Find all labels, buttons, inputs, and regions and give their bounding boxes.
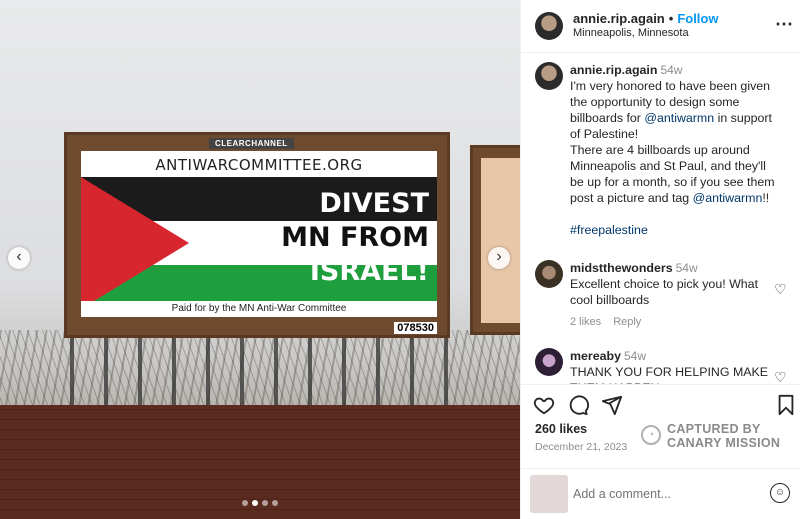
header-location[interactable]: Minneapolis, Minnesota [573,27,689,39]
comment-input[interactable] [573,485,753,503]
heart-icon[interactable]: ♡ [774,370,788,384]
reply-button[interactable]: Reply [613,316,641,328]
comment-likes[interactable]: 2 likes [570,316,601,328]
chevron-left-icon[interactable]: ‹ [8,247,30,269]
avatar[interactable] [535,260,563,288]
comment-text: THANK YOU FOR HELPING MAKE THEM HAPPEN [570,365,769,384]
header-username[interactable]: annie.rip.again [573,11,665,26]
follow-button[interactable]: Follow [677,11,718,26]
share-icon[interactable] [601,394,623,416]
avatar[interactable] [535,12,563,40]
avatar[interactable] [535,62,563,90]
comments-list[interactable]: annie.rip.again 54w I'm very honored to h… [521,54,800,384]
heart-icon[interactable]: ♡ [774,282,788,296]
post-sidebar: annie.rip.again • Follow Minneapolis, Minn… [520,0,800,519]
header-separator: • [668,11,674,26]
likes-count[interactable]: 260 likes [535,422,587,436]
slogan-line-1: DIVEST [319,188,429,219]
second-billboard [470,145,520,335]
billboard-brand: CLEARCHANNEL [209,138,294,149]
avatar [530,475,568,513]
comment-time: 54w [675,261,698,275]
carousel-dot[interactable] [272,500,278,506]
comment-composer: ☺ [521,468,800,519]
chevron-right-icon[interactable]: › [488,247,510,269]
comment-meta: 2 likes Reply [570,314,782,330]
watermark: ◔ CAPTURED BY CANARY MISSION [641,422,800,454]
comment-icon[interactable] [567,394,589,416]
post-date: December 21, 2023 [535,441,628,453]
slogan-line-2: MN FROM [281,222,429,253]
billboard-slogan: DIVEST MN FROM ISRAEL! [281,187,429,289]
caption-time: 54w [660,63,683,77]
caption-text: !! [762,191,770,205]
comment-body: midstthewonders 54w Excellent choice to p… [570,260,782,330]
carousel-dot[interactable] [242,500,248,506]
canary-logo-icon: ◔ [641,425,661,445]
comment-text: Excellent choice to pick you! What cool … [570,277,759,307]
header-user-line: annie.rip.again • Follow [573,11,718,26]
action-bar [521,384,800,420]
carousel-dot-active[interactable] [252,500,258,506]
watermark-line-2: CANARY MISSION [667,436,781,450]
comment-username[interactable]: mereaby [570,349,621,363]
caption: annie.rip.again 54w I'm very honored to h… [521,54,800,237]
avatar[interactable] [535,348,563,376]
mention-link[interactable]: @antiwarmn [693,191,763,205]
comment: mereaby54w THANK YOU FOR HELPING MAKE TH… [521,340,800,384]
caption-username[interactable]: annie.rip.again [570,63,657,77]
caption-body: annie.rip.again 54w I'm very honored to h… [570,62,782,238]
comment-username[interactable]: midstthewonders [570,261,673,275]
more-options-icon[interactable]: ⋯ [775,14,794,35]
flag-triangle [81,177,189,309]
post-header: annie.rip.again • Follow Minneapolis, Minn… [521,0,800,53]
watermark-text: CAPTURED BY CANARY MISSION [667,422,780,450]
slogan-line-3: ISRAEL! [309,256,429,287]
post-photo: CLEARCHANNEL ANTIWARCOMMITTEE.ORG DIVEST… [0,0,520,519]
comment-body: mereaby54w THANK YOU FOR HELPING MAKE TH… [570,348,782,384]
carousel-dot[interactable] [262,500,268,506]
bookmark-icon[interactable] [775,394,797,416]
billboard-face: ANTIWARCOMMITTEE.ORG DIVEST MN FROM ISRA… [81,151,437,317]
billboard-paid-for: Paid for by the MN Anti-War Committee [81,301,437,317]
billboard: CLEARCHANNEL ANTIWARCOMMITTEE.ORG DIVEST… [64,132,450,338]
hashtag-link[interactable]: #freepalestine [570,223,648,237]
watermark-line-1: CAPTURED BY [667,422,761,436]
carousel-dots [242,500,278,506]
billboard-panel-number: 078530 [394,322,437,334]
comment: midstthewonders 54w Excellent choice to p… [521,252,800,332]
emoji-icon[interactable]: ☺ [770,483,790,503]
comment-time: 54w [623,349,646,363]
mention-link[interactable]: @antiwarmn [644,111,714,125]
billboard-url: ANTIWARCOMMITTEE.ORG [155,156,363,174]
heart-icon[interactable] [533,394,555,416]
